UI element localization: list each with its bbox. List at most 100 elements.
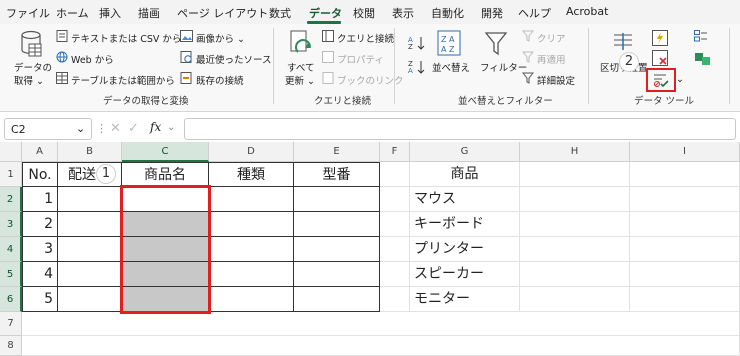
cell-g1[interactable]: 商品	[410, 162, 520, 187]
cell-d6[interactable]	[209, 287, 294, 312]
refresh-all-label-2[interactable]: 更新 ⌄	[285, 73, 315, 87]
cell-b5[interactable]	[58, 262, 122, 287]
row-8-cells[interactable]	[22, 336, 740, 356]
cell-h2[interactable]	[520, 187, 630, 212]
column-header-c[interactable]: C	[122, 142, 209, 162]
row-header-6[interactable]: 6	[0, 287, 22, 312]
cell-e4[interactable]	[294, 237, 380, 262]
cancel-icon[interactable]: ✕	[110, 121, 121, 136]
from-table-button[interactable]: テーブルまたは範囲から	[71, 73, 175, 87]
cell-g5[interactable]: スピーカー	[410, 262, 520, 287]
cell-f3[interactable]	[380, 212, 410, 237]
cell-i4[interactable]	[630, 237, 740, 262]
fx-dropdown[interactable]: ⌄	[167, 122, 175, 133]
cell-e6[interactable]	[294, 287, 380, 312]
column-header-h[interactable]: H	[520, 142, 630, 162]
from-picture-button[interactable]: 画像から ⌄	[196, 31, 245, 45]
properties-button[interactable]: プロパティ	[337, 52, 384, 66]
insert-function-button[interactable]: fx	[150, 120, 161, 134]
cell-a3[interactable]: 2	[22, 212, 58, 237]
advanced-button[interactable]: 詳細設定	[537, 73, 575, 87]
select-all-corner[interactable]	[0, 142, 22, 162]
cell-f6[interactable]	[380, 287, 410, 312]
menu-automate[interactable]: 自動化	[431, 5, 464, 21]
cell-d3[interactable]	[209, 212, 294, 237]
cell-i6[interactable]	[630, 287, 740, 312]
cell-a1[interactable]: No.	[22, 162, 58, 187]
cell-a4[interactable]: 3	[22, 237, 58, 262]
cell-a5[interactable]: 4	[22, 262, 58, 287]
cell-i3[interactable]	[630, 212, 740, 237]
row-header-7[interactable]: 7	[0, 312, 22, 336]
cell-i1[interactable]	[630, 162, 740, 187]
more-icon[interactable]: ⋮	[96, 122, 107, 135]
queries-connections-button[interactable]: クエリと接続	[337, 31, 394, 45]
cell-d1[interactable]: 種類	[209, 162, 294, 187]
row-header-1[interactable]: 1	[0, 162, 22, 187]
name-box-dropdown[interactable]: ⌄	[76, 122, 85, 135]
sort-button[interactable]: 並べ替え	[432, 60, 470, 74]
menu-page-layout[interactable]: ページ レイアウト	[177, 5, 268, 21]
cell-h4[interactable]	[520, 237, 630, 262]
cell-g2[interactable]: マウス	[410, 187, 520, 212]
text-to-columns-icon[interactable]	[612, 32, 634, 52]
cell-h3[interactable]	[520, 212, 630, 237]
cell-i2[interactable]	[630, 187, 740, 212]
cell-e3[interactable]	[294, 212, 380, 237]
menu-file[interactable]: ファイル	[6, 5, 50, 21]
relationships-icon[interactable]	[694, 52, 712, 66]
refresh-all-icon[interactable]	[288, 30, 314, 58]
cell-c3[interactable]	[122, 212, 209, 237]
remove-duplicates-icon[interactable]	[652, 50, 668, 66]
cell-d5[interactable]	[209, 262, 294, 287]
menu-formulas[interactable]: 数式	[269, 5, 291, 21]
formula-input[interactable]	[184, 118, 736, 140]
cell-d4[interactable]	[209, 237, 294, 262]
get-data-label-2[interactable]: 取得 ⌄	[14, 73, 44, 87]
database-icon[interactable]	[20, 30, 42, 58]
row-header-8[interactable]: 8	[0, 336, 22, 356]
cell-a6[interactable]: 5	[22, 287, 58, 312]
cell-c2[interactable]	[122, 187, 209, 212]
menu-draw[interactable]: 描画	[138, 5, 160, 21]
cell-d2[interactable]	[209, 187, 294, 212]
row-header-4[interactable]: 4	[0, 237, 22, 262]
clear-button[interactable]: クリア	[537, 31, 566, 45]
menu-home[interactable]: ホーム	[56, 5, 89, 21]
cell-h5[interactable]	[520, 262, 630, 287]
cell-c1[interactable]: 商品名	[122, 162, 209, 187]
menu-data[interactable]: データ	[309, 5, 342, 21]
menu-insert[interactable]: 挿入	[99, 5, 121, 21]
cell-i5[interactable]	[630, 262, 740, 287]
cell-b4[interactable]	[58, 237, 122, 262]
row-7-cells[interactable]	[22, 312, 740, 336]
menu-review[interactable]: 校閲	[353, 5, 375, 21]
menu-developer[interactable]: 開発	[481, 5, 503, 21]
cell-c6[interactable]	[122, 287, 209, 312]
sort-dialog-icon[interactable]: Z AA Z	[437, 30, 461, 56]
cell-f5[interactable]	[380, 262, 410, 287]
cell-f4[interactable]	[380, 237, 410, 262]
data-validation-icon[interactable]	[652, 72, 670, 88]
cell-f2[interactable]	[380, 187, 410, 212]
menu-acrobat[interactable]: Acrobat	[566, 5, 608, 18]
cell-b6[interactable]	[58, 287, 122, 312]
column-header-f[interactable]: F	[380, 142, 410, 162]
menu-view[interactable]: 表示	[392, 5, 414, 21]
reapply-button[interactable]: 再適用	[537, 52, 566, 66]
refresh-all-label-1[interactable]: すべて	[287, 60, 314, 74]
filter-icon[interactable]	[484, 30, 508, 56]
cell-g6[interactable]: モニター	[410, 287, 520, 312]
row-header-3[interactable]: 3	[0, 212, 22, 237]
data-validation-dropdown[interactable]: ⌄	[676, 74, 684, 85]
cell-g3[interactable]: キーボード	[410, 212, 520, 237]
sort-za-icon[interactable]: ZA	[408, 60, 426, 74]
column-header-e[interactable]: E	[294, 142, 380, 162]
cell-h6[interactable]	[520, 287, 630, 312]
cell-a2[interactable]: 1	[22, 187, 58, 212]
column-header-g[interactable]: G	[410, 142, 520, 162]
from-web-button[interactable]: Web から	[71, 52, 114, 66]
column-header-i[interactable]: I	[630, 142, 740, 162]
cell-e5[interactable]	[294, 262, 380, 287]
from-text-csv-button[interactable]: テキストまたは CSV から	[71, 31, 181, 45]
